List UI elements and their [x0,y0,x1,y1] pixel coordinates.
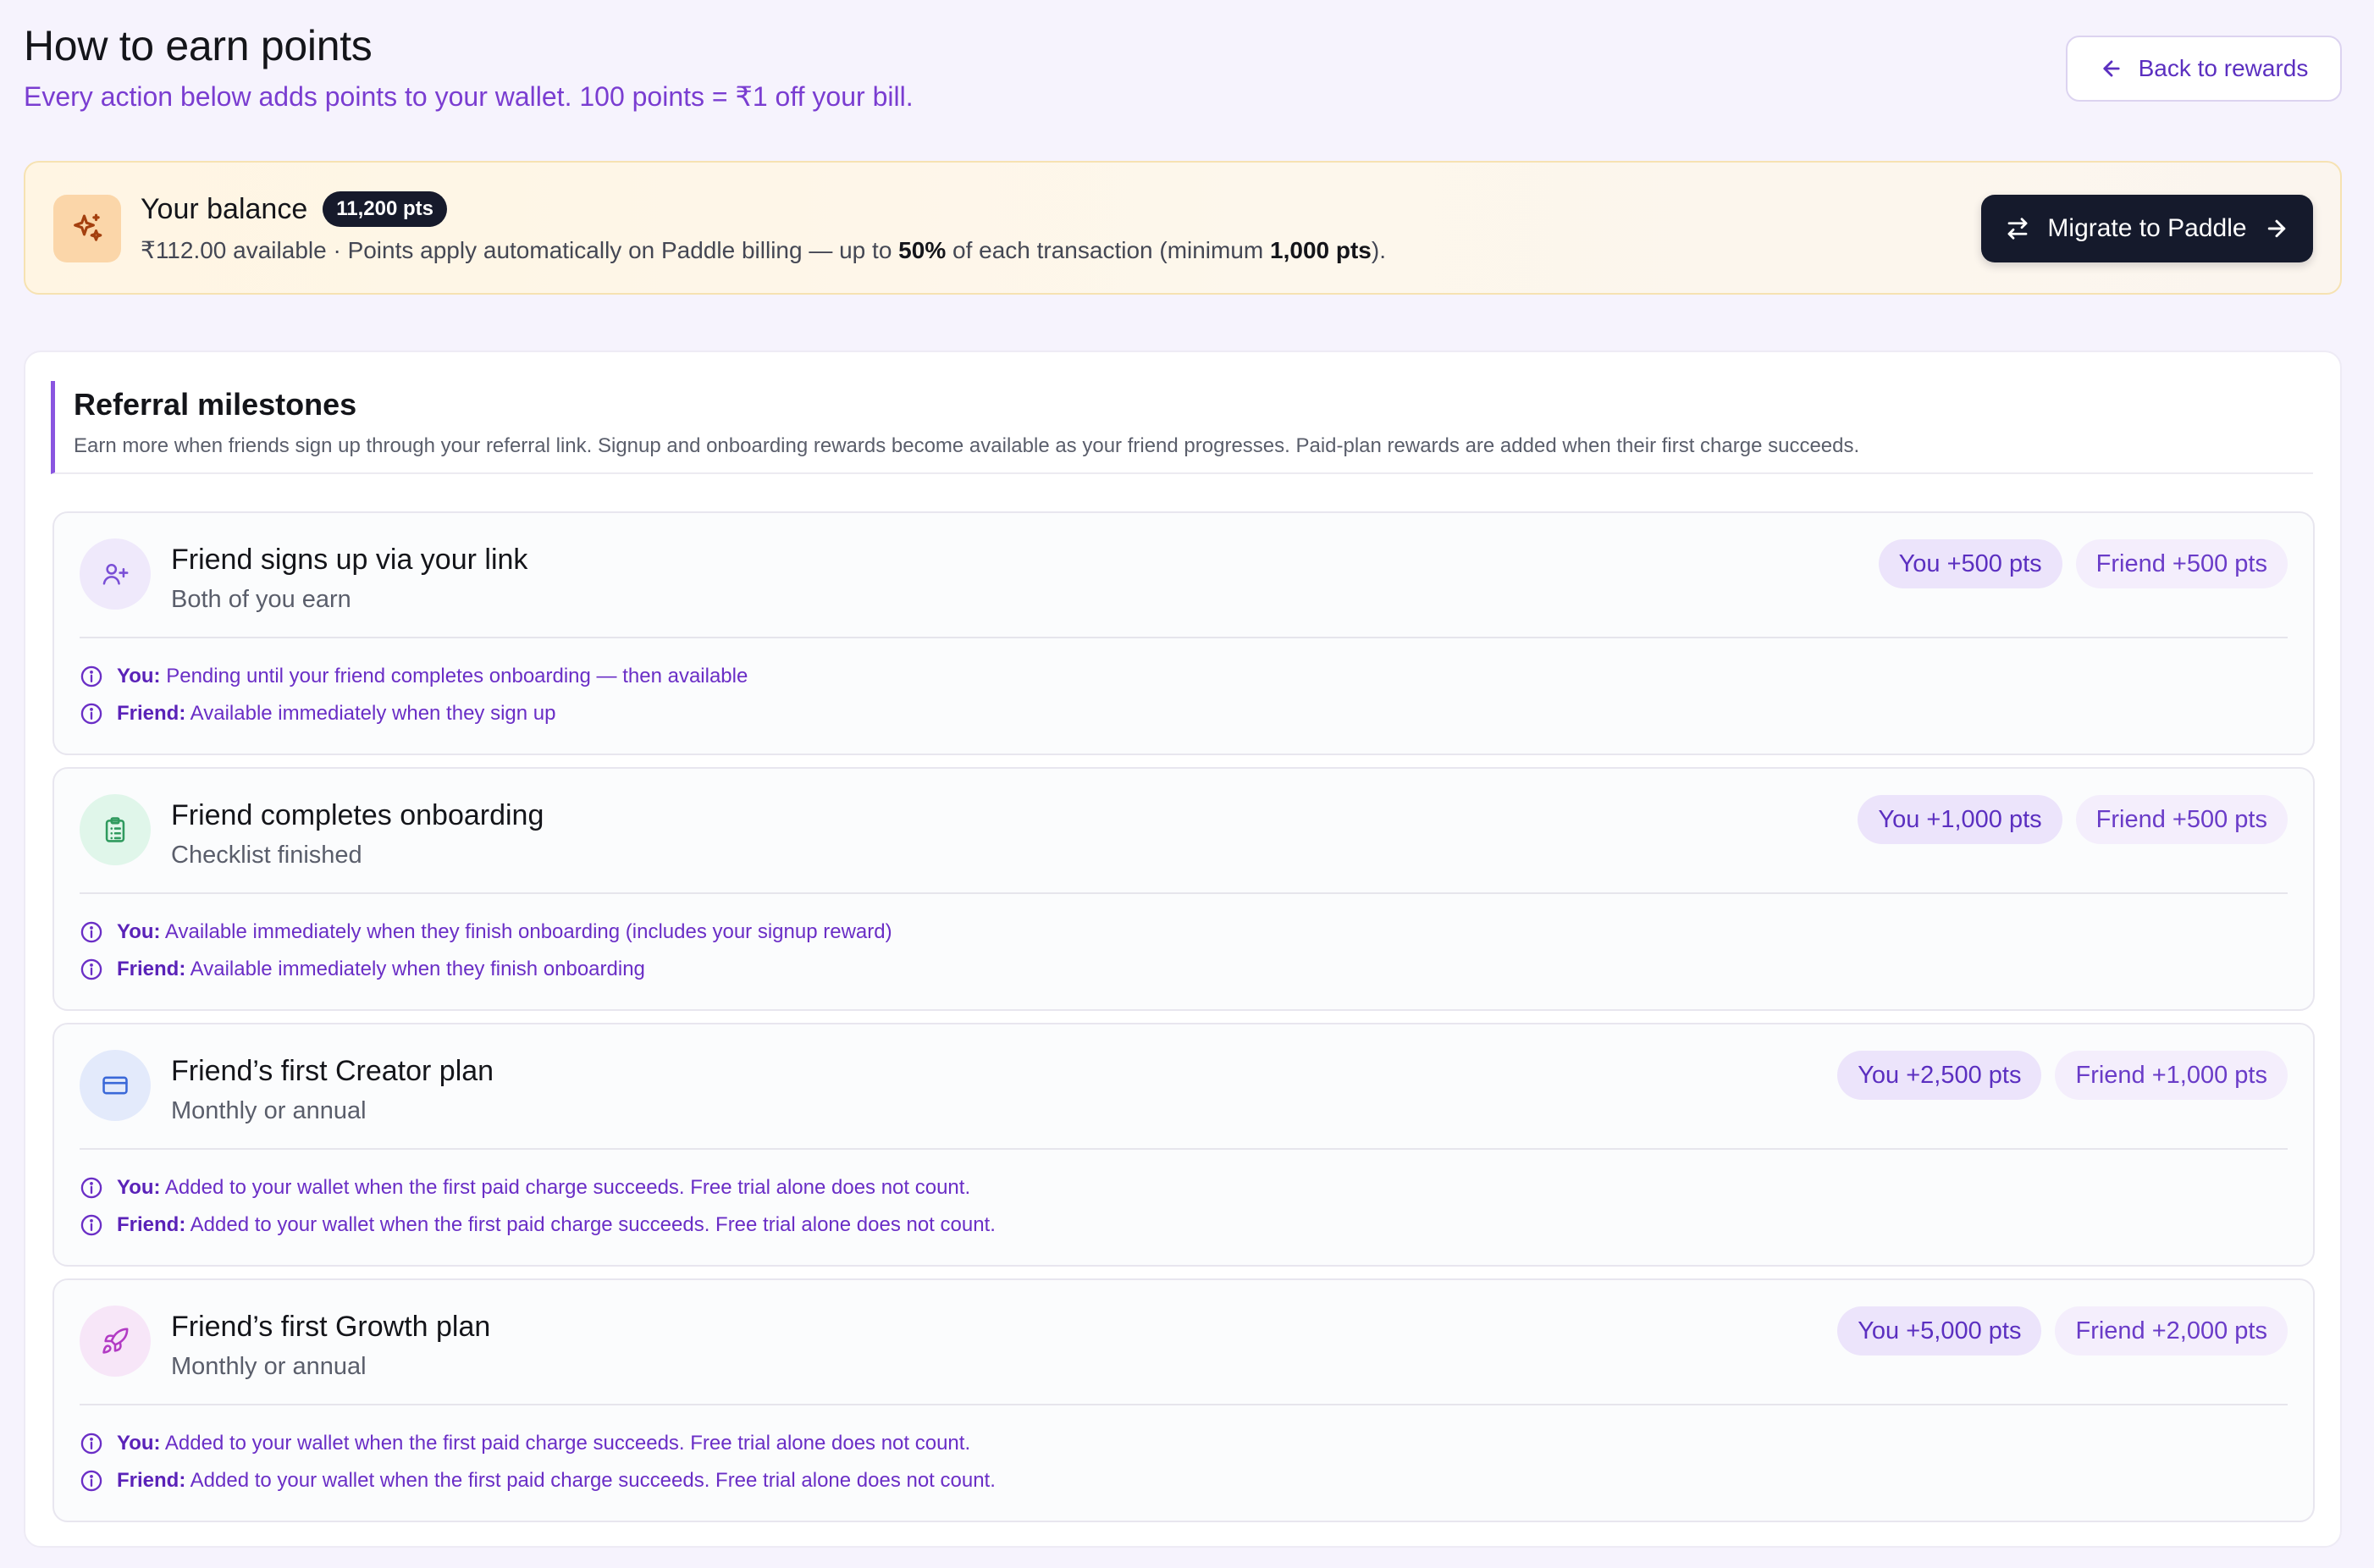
reward-pills: You +500 pts Friend +500 pts [1878,539,2288,588]
friend-note-label: Friend: [117,702,186,725]
section-header: Referral milestones Earn more when frien… [51,381,2313,474]
friend-reward-pill: Friend +1,000 pts [2055,1051,2288,1100]
milestone-subtitle: Both of you earn [171,586,351,613]
you-reward-pill: You +1,000 pts [1858,795,2062,844]
divider [80,1404,2288,1405]
back-to-rewards-label: Back to rewards [2138,55,2309,81]
milestone-title: Friend’s first Creator plan [171,1055,494,1087]
info-icon [80,1469,103,1493]
milestone-subtitle: Monthly or annual [171,1353,367,1380]
info-icon [80,1213,103,1237]
friend-reward-pill: Friend +2,000 pts [2055,1306,2288,1355]
balance-title: Your balance [141,193,308,225]
info-icon [80,1432,103,1455]
swap-arrows-icon [2005,216,2030,241]
info-icon [80,1176,103,1200]
section-title: Referral milestones [74,387,357,422]
balance-percent: 50% [898,237,947,263]
rocket-icon [80,1306,151,1377]
page-title: How to earn points [24,22,373,69]
friend-note: Friend: Available immediately when they … [80,957,645,982]
you-note-label: You: [117,1432,161,1455]
balance-minimum: 1,000 pts [1270,237,1372,263]
you-note-label: You: [117,1176,161,1199]
you-note-text: Available immediately when they finish o… [164,920,892,943]
balance-desc-suffix: ). [1371,237,1386,263]
friend-note: Friend: Available immediately when they … [80,701,555,726]
reward-pills: You +2,500 pts Friend +1,000 pts [1837,1051,2288,1100]
migrate-to-paddle-button[interactable]: Migrate to Paddle [1981,195,2313,262]
balance-card: Your balance 11,200 pts ₹112.00 availabl… [24,161,2342,295]
info-icon [80,665,103,688]
you-note-label: You: [117,665,161,687]
milestone-subtitle: Monthly or annual [171,1097,367,1124]
friend-note-label: Friend: [117,958,186,980]
info-icon [80,702,103,726]
balance-desc-middle: of each transaction (minimum [946,237,1271,263]
divider [80,892,2288,894]
milestone-subtitle: Checklist finished [171,842,362,869]
friend-note-text: Added to your wallet when the first paid… [190,1213,996,1236]
friend-reward-pill: Friend +500 pts [2075,539,2288,588]
balance-desc-prefix: ₹112.00 available · Points apply automat… [141,237,899,263]
page-subtitle: Every action below adds points to your w… [24,81,914,112]
milestone-title: Friend’s first Growth plan [171,1311,491,1343]
points-badge: 11,200 pts [323,191,447,227]
milestone-card-creator-plan: Friend’s first Creator plan Monthly or a… [52,1023,2315,1267]
milestone-card-growth-plan: Friend’s first Growth plan Monthly or an… [52,1278,2315,1522]
you-note-text: Added to your wallet when the first paid… [164,1432,971,1455]
you-reward-pill: You +5,000 pts [1837,1306,2042,1355]
friend-reward-pill: Friend +500 pts [2075,795,2288,844]
you-note-label: You: [117,920,161,943]
migrate-label: Migrate to Paddle [2047,214,2247,242]
user-plus-icon [80,538,151,610]
you-note: You: Added to your wallet when the first… [80,1175,970,1201]
divider [80,637,2288,638]
balance-title-row: Your balance 11,200 pts [141,191,447,227]
sparkles-icon [53,195,121,262]
you-note-text: Pending until your friend completes onbo… [166,665,748,687]
friend-note-text: Added to your wallet when the first paid… [190,1469,996,1492]
you-note: You: Added to your wallet when the first… [80,1431,970,1456]
arrow-right-icon [2264,216,2289,241]
milestone-card-signup: Friend signs up via your link Both of yo… [52,511,2315,755]
info-icon [80,920,103,944]
friend-note-label: Friend: [117,1469,186,1492]
arrow-left-icon [2100,57,2123,80]
page-header: How to earn points Every action below ad… [24,20,2342,122]
you-note: You: Pending until your friend completes… [80,664,748,689]
clipboard-list-icon [80,794,151,865]
reward-pills: You +5,000 pts Friend +2,000 pts [1837,1306,2288,1355]
friend-note: Friend: Added to your wallet when the fi… [80,1468,996,1493]
friend-note-text: Available immediately when they finish o… [190,958,645,980]
info-icon [80,958,103,981]
friend-note: Friend: Added to your wallet when the fi… [80,1212,996,1238]
you-note: You: Available immediately when they fin… [80,919,892,945]
back-to-rewards-button[interactable]: Back to rewards [2066,36,2342,102]
section-description: Earn more when friends sign up through y… [74,434,1860,457]
milestone-title: Friend completes onboarding [171,799,544,831]
milestone-title: Friend signs up via your link [171,544,528,576]
friend-note-label: Friend: [117,1213,186,1236]
you-reward-pill: You +2,500 pts [1837,1051,2042,1100]
credit-card-icon [80,1050,151,1121]
friend-note-text: Available immediately when they sign up [190,702,556,725]
you-note-text: Added to your wallet when the first paid… [164,1176,971,1199]
reward-pills: You +1,000 pts Friend +500 pts [1858,795,2288,844]
divider [80,1148,2288,1150]
balance-description: ₹112.00 available · Points apply automat… [141,235,1386,266]
milestone-card-onboarding: Friend completes onboarding Checklist fi… [52,767,2315,1011]
referral-milestones-section: Referral milestones Earn more when frien… [24,351,2342,1548]
you-reward-pill: You +500 pts [1878,539,2062,588]
